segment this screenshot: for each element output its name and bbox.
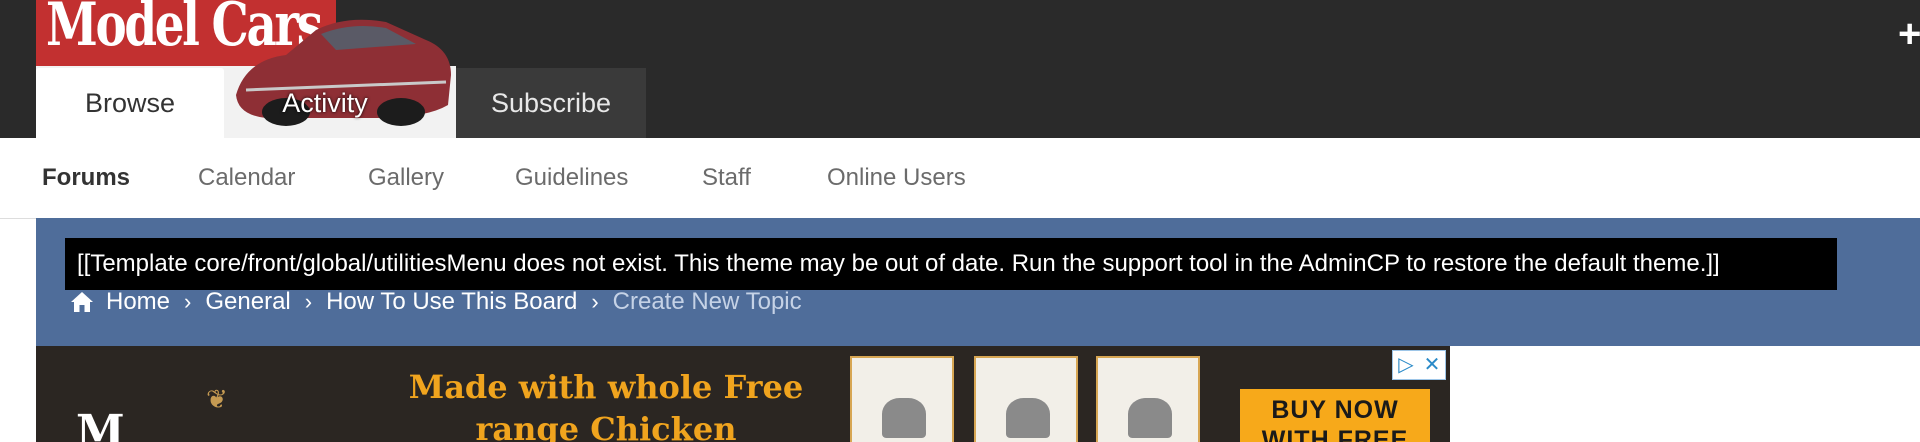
ad-headline: Made with whole Free range Chicken (408, 368, 804, 442)
ad-choices[interactable]: ▷ ✕ (1392, 350, 1446, 380)
tab-browse[interactable]: Browse (36, 68, 224, 138)
chevron-right-icon: › (304, 289, 313, 314)
breadcrumb-general[interactable]: General (205, 288, 290, 316)
breadcrumb-home[interactable]: Home (106, 288, 170, 316)
rooster-icon: ❦ (206, 384, 228, 414)
product-package-image (974, 356, 1078, 442)
chevron-right-icon: › (184, 289, 192, 314)
advertisement-banner[interactable]: ❦ M Made with whole Free range Chicken B… (36, 346, 1450, 442)
ad-brand-logo: M (76, 406, 125, 442)
ad-cta-button[interactable]: BUY NOW WITH FREE (1240, 389, 1430, 442)
tab-subscribe[interactable]: Subscribe (456, 68, 646, 138)
plus-icon[interactable]: + (1898, 14, 1920, 54)
breadcrumb-how-to-use[interactable]: How To Use This Board (326, 288, 577, 316)
home-icon[interactable] (70, 291, 94, 313)
template-error-message: [[Template core/front/global/utilitiesMe… (65, 238, 1837, 290)
subnav-item-forums[interactable]: Forums (42, 138, 130, 218)
secondary-nav: Forums Calendar Gallery Guidelines Staff… (0, 138, 1920, 219)
chevron-right-icon: › (591, 289, 599, 314)
ad-choices-icon[interactable]: ▷ (1393, 351, 1419, 379)
product-package-image (1096, 356, 1200, 442)
close-icon[interactable]: ✕ (1419, 351, 1445, 379)
subnav-item-staff[interactable]: Staff (702, 138, 751, 218)
subnav-item-guidelines[interactable]: Guidelines (515, 138, 628, 218)
subnav-item-gallery[interactable]: Gallery (368, 138, 444, 218)
site-header: Model Cars Browse Activity Subscribe + (0, 0, 1920, 138)
tab-activity[interactable]: Activity (256, 68, 394, 138)
subnav-item-calendar[interactable]: Calendar (198, 138, 295, 218)
product-package-image (850, 356, 954, 442)
breadcrumb-current: Create New Topic (612, 288, 802, 315)
subnav-item-online-users[interactable]: Online Users (827, 138, 966, 218)
